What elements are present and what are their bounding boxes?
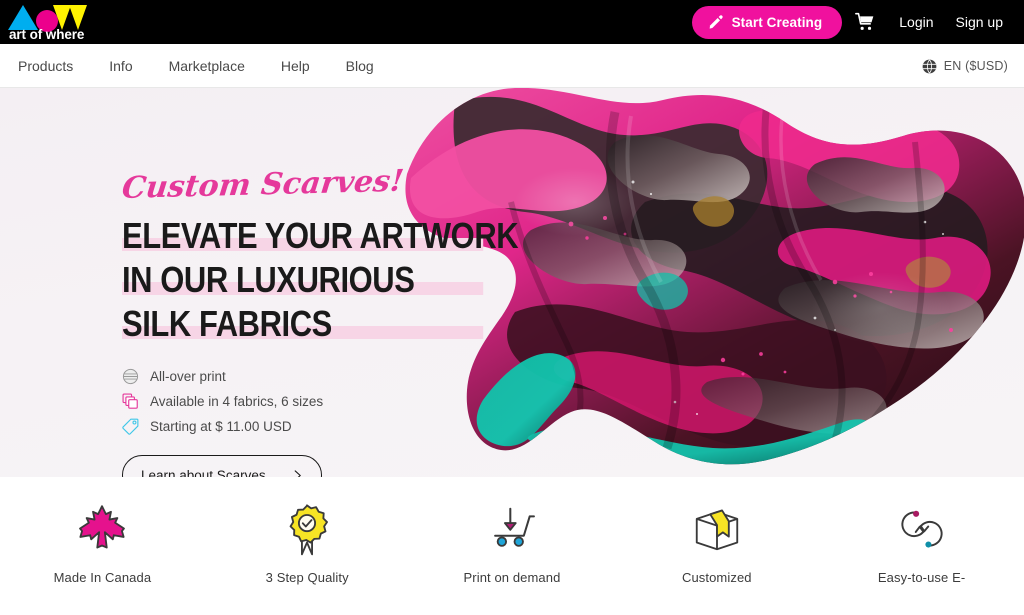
circular-arrows-icon: [900, 510, 943, 548]
value-prop-customized: Customized: [614, 502, 819, 585]
hero-feature-starting-price: Starting at $ 11.00 USD: [122, 414, 542, 439]
aow-cmyk-logo-icon: [4, 2, 87, 32]
start-creating-label: Start Creating: [731, 14, 823, 30]
value-prop-label: Print on demand: [463, 570, 561, 585]
all-over-print-icon: [122, 368, 139, 385]
nav-item-products[interactable]: Products: [0, 58, 91, 74]
value-props-section: Made In Canada 3 Step Quality Print on d…: [0, 477, 1024, 615]
hero-feature-list: All-over print Available in 4 fabrics, 6…: [122, 364, 542, 439]
signup-link[interactable]: Sign up: [945, 14, 1014, 30]
value-prop-3-step-quality: 3 Step Quality: [205, 502, 410, 585]
brand-logo-text: art of where: [9, 27, 85, 42]
price-tag-icon: [122, 418, 139, 435]
headline-line-1: ELEVATE YOUR ARTWORK: [122, 215, 519, 256]
hero-feature-all-over-print: All-over print: [122, 364, 542, 389]
top-bar: art of where Start Creating Login Sign u…: [0, 0, 1024, 44]
headline-line-2: IN OUR LUXURIOUS: [122, 258, 484, 302]
nav-item-marketplace[interactable]: Marketplace: [151, 58, 263, 74]
hero-copy: Custom Scarves! ELEVATE YOUR ARTWORK IN …: [120, 164, 542, 477]
value-prop-easy-ecommerce: Easy-to-use E-: [819, 502, 1024, 585]
cart-button[interactable]: [842, 0, 888, 44]
hero-feature-fabrics-sizes: Available in 4 fabrics, 6 sizes: [122, 389, 542, 414]
locale-label: EN ($USD): [943, 59, 1008, 73]
pencil-icon: [709, 15, 723, 29]
hero-section: Custom Scarves! ELEVATE YOUR ARTWORK IN …: [0, 88, 1024, 477]
nav-items: Products Info Marketplace Help Blog: [0, 58, 392, 74]
hero-feature-label: All-over print: [150, 369, 226, 384]
hero-headline: ELEVATE YOUR ARTWORK IN OUR LUXURIOUS SI…: [122, 214, 542, 346]
login-link[interactable]: Login: [888, 14, 944, 30]
value-prop-print-on-demand: Print on demand: [410, 502, 615, 585]
hero-feature-label: Available in 4 fabrics, 6 sizes: [150, 394, 324, 409]
shopping-cart-icon: [855, 12, 874, 30]
locale-selector[interactable]: EN ($USD): [922, 44, 1008, 88]
globe-icon: [922, 59, 937, 73]
value-prop-label: Customized: [681, 570, 752, 585]
main-nav-bar: Products Info Marketplace Help Blog EN (…: [0, 44, 1024, 88]
hero-feature-label: Starting at $ 11.00 USD: [150, 419, 292, 434]
value-prop-label: 3 Step Quality: [265, 570, 349, 585]
top-bar-actions: Start Creating Login Sign up: [691, 0, 1014, 44]
value-prop-label: Made In Canada: [53, 570, 152, 585]
start-creating-button[interactable]: Start Creating: [691, 5, 843, 39]
quality-badge-icon: [289, 504, 329, 556]
chevron-right-icon: [294, 469, 301, 477]
hero-eyebrow: Custom Scarves!: [120, 163, 406, 206]
value-prop-made-in-canada: Made In Canada: [0, 502, 205, 585]
print-cart-icon: [494, 507, 535, 547]
maple-leaf-icon: [79, 505, 126, 549]
nav-item-info[interactable]: Info: [91, 58, 150, 74]
learn-about-scarves-button[interactable]: Learn about Scarves: [122, 455, 322, 477]
brand-logo[interactable]: art of where: [4, 2, 88, 44]
headline-line-3: SILK FABRICS: [122, 302, 484, 346]
nav-item-help[interactable]: Help: [263, 58, 328, 74]
gift-box-icon: [695, 509, 738, 551]
learn-about-scarves-label: Learn about Scarves: [141, 467, 266, 478]
fabric-layers-icon: [122, 393, 138, 409]
nav-item-blog[interactable]: Blog: [328, 58, 392, 74]
value-prop-label: Easy-to-use E-: [877, 570, 966, 585]
